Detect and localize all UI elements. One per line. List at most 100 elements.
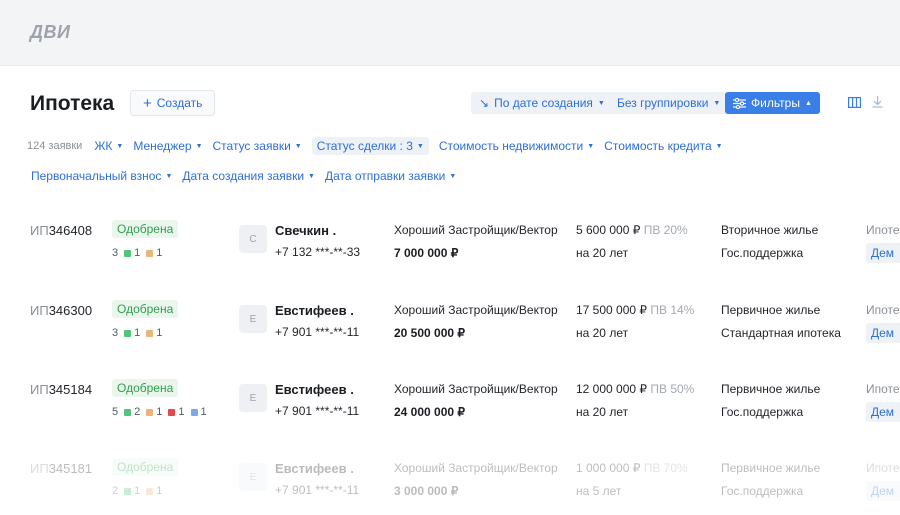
green-square-icon xyxy=(124,329,132,337)
filters-button[interactable]: Фильтры ▲ xyxy=(725,92,820,114)
docs-total: 2 xyxy=(112,485,119,497)
housing-type: Первичное жилье xyxy=(721,303,821,317)
filter-chip-application-status[interactable]: Статус заявки ▼ xyxy=(213,139,302,153)
chevron-down-icon: ▼ xyxy=(449,172,457,180)
loan-value: 12 000 000 ₽ xyxy=(576,382,648,396)
status-badge: Одобрена xyxy=(112,458,179,476)
filter-chip-property-price[interactable]: Стоимость недвижимости ▼ xyxy=(439,139,594,153)
application-id[interactable]: ИП345184 xyxy=(30,382,92,397)
application-id-prefix: ИП xyxy=(30,461,49,476)
logo[interactable]: ДВИ xyxy=(30,22,70,43)
application-id[interactable]: ИП346300 xyxy=(30,303,92,318)
group-label: Без группировки xyxy=(617,96,709,110)
table-row[interactable]: ИП345181 Одобрена 2 1 1 Е Евстифеев . +7… xyxy=(0,453,900,515)
application-id-number: 345181 xyxy=(48,461,93,476)
docs-orange-count: 1 xyxy=(156,406,163,418)
orange-square-icon xyxy=(146,329,154,337)
client-phone: +7 901 ***-**-11 xyxy=(275,404,360,418)
filter-chip-label: ЖК xyxy=(94,139,113,153)
down-payment: ПВ 70% xyxy=(643,461,688,475)
bank-label: Ипотека xyxy=(866,461,900,475)
table-row[interactable]: ИП345184 Одобрена 5 2 1 1 1 Е Евстифеев … xyxy=(0,374,900,444)
down-payment: ПВ 50% xyxy=(650,382,695,396)
developer: Хороший Застройщик/Вектор xyxy=(394,461,558,475)
filter-chip-sent-date[interactable]: Дата отправки заявки ▼ xyxy=(325,169,456,183)
filter-chip-loan-amount[interactable]: Стоимость кредита ▼ xyxy=(604,139,722,153)
sliders-icon xyxy=(733,97,746,109)
plus-icon: + xyxy=(143,94,152,112)
table-row[interactable]: ИП346408 Одобрена 3 1 1 С Свечкин . +7 1… xyxy=(0,215,900,285)
application-id[interactable]: ИП345181 xyxy=(30,461,92,476)
filter-chip-manager[interactable]: Менеджер ▼ xyxy=(133,139,202,153)
property-price: 20 500 000 ₽ xyxy=(394,326,466,340)
orange-square-icon xyxy=(146,249,154,257)
sort-button[interactable]: ↘ По дате создания ▼ xyxy=(471,92,613,114)
table-row[interactable]: ИП346300 Одобрена 3 1 1 Е Евстифеев . +7… xyxy=(0,295,900,365)
bank-badge: Дем xyxy=(866,481,900,501)
documents-summary: 2 1 1 xyxy=(112,485,162,497)
bank-label: Ипотека xyxy=(866,303,900,317)
docs-green-count: 1 xyxy=(134,327,141,339)
down-payment: ПВ 20% xyxy=(643,223,688,237)
chevron-down-icon: ▼ xyxy=(587,142,595,150)
loan-term: на 20 лет xyxy=(576,326,629,340)
status-badge: Одобрена xyxy=(112,220,179,238)
developer: Хороший Застройщик/Вектор xyxy=(394,223,558,237)
loan-amount: 17 500 000 ₽ ПВ 14% xyxy=(576,303,694,317)
housing-type: Вторичное жилье xyxy=(721,223,819,237)
filter-chip-complex[interactable]: ЖК ▼ xyxy=(94,139,123,153)
loan-value: 17 500 000 ₽ xyxy=(576,303,648,317)
docs-green-count: 1 xyxy=(134,485,141,497)
client-phone: +7 901 ***-**-11 xyxy=(275,325,360,339)
avatar: Е xyxy=(239,384,267,412)
bank-badge: Дем xyxy=(866,402,900,422)
documents-summary: 3 1 1 xyxy=(112,327,162,339)
docs-blue-count: 1 xyxy=(200,406,207,418)
docs-orange-count: 1 xyxy=(156,327,163,339)
mortgage-program: Стандартная ипотека xyxy=(721,326,841,340)
application-id-number: 346300 xyxy=(48,303,93,318)
status-badge: Одобрена xyxy=(112,300,179,318)
page-title: Ипотека xyxy=(30,92,115,115)
columns-icon[interactable] xyxy=(846,94,862,110)
application-id[interactable]: ИП346408 xyxy=(30,223,92,238)
status-badge: Одобрена xyxy=(112,379,179,397)
documents-summary: 5 2 1 1 1 xyxy=(112,406,207,418)
loan-amount: 5 600 000 ₽ ПВ 20% xyxy=(576,223,688,237)
developer: Хороший Застройщик/Вектор xyxy=(394,303,558,317)
docs-green-count: 2 xyxy=(134,406,141,418)
application-id-prefix: ИП xyxy=(30,382,49,397)
group-button[interactable]: Без группировки ▼ xyxy=(609,92,729,114)
docs-total: 5 xyxy=(112,406,119,418)
chevron-down-icon: ▼ xyxy=(195,142,203,150)
chevron-down-icon: ▼ xyxy=(116,142,124,150)
application-id-number: 346408 xyxy=(48,223,93,238)
filter-chip-label: Дата отправки заявки xyxy=(324,169,446,183)
create-button-label: Создать xyxy=(156,96,203,110)
avatar: Е xyxy=(239,305,267,333)
filter-chip-label: Стоимость недвижимости xyxy=(438,139,584,153)
filter-chip-label: Первоначальный взнос xyxy=(31,169,162,183)
green-square-icon xyxy=(124,408,132,416)
application-id-prefix: ИП xyxy=(30,303,49,318)
orange-square-icon xyxy=(146,487,154,495)
filter-chip-down-payment[interactable]: Первоначальный взнос ▼ xyxy=(31,169,172,183)
client-name[interactable]: Свечкин . xyxy=(275,223,336,238)
sort-label: По дате создания xyxy=(494,96,593,110)
housing-type: Первичное жилье xyxy=(721,461,821,475)
download-icon[interactable] xyxy=(869,94,885,110)
create-button[interactable]: + Создать xyxy=(130,90,216,116)
property-price: 3 000 000 ₽ xyxy=(394,484,459,498)
filter-chip-label: Менеджер xyxy=(133,139,192,153)
loan-term: на 20 лет xyxy=(576,405,629,419)
bank-label: Ипотека xyxy=(866,382,900,396)
client-phone: +7 132 ***-**-33 xyxy=(275,245,361,259)
client-name[interactable]: Евстифеев . xyxy=(275,303,354,318)
client-name[interactable]: Евстифеев . xyxy=(275,382,354,397)
filter-chip-deal-status[interactable]: Статус сделки : 3 ▼ xyxy=(311,137,429,155)
filters-label: Фильтры xyxy=(751,96,800,110)
client-name[interactable]: Евстифеев . xyxy=(275,461,354,476)
chevron-down-icon: ▼ xyxy=(416,142,424,150)
filter-chip-creation-date[interactable]: Дата создания заявки ▼ xyxy=(182,169,315,183)
avatar: Е xyxy=(239,463,267,491)
